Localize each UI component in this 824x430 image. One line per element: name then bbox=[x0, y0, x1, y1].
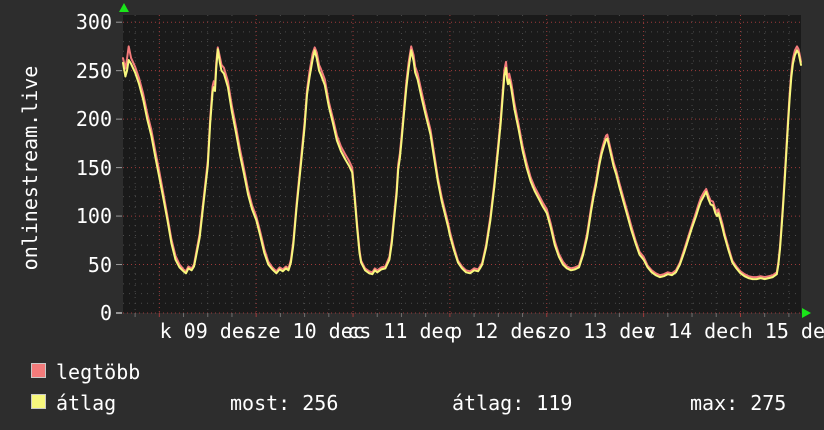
graph-window: onlinestream.live 300 250 200 150 100 50 0 k 0… bbox=[0, 0, 824, 430]
y-tick-label: 100 bbox=[75, 204, 112, 229]
x-tick-label: h 15 dec bbox=[740, 319, 824, 343]
stat-atlag: átlag: 119 bbox=[452, 391, 573, 415]
x-tick-label: k 09 dec bbox=[159, 319, 256, 343]
x-tick-label: v 14 dec bbox=[643, 319, 741, 343]
plot-svg bbox=[116, 15, 802, 317]
y-tick-label: 250 bbox=[75, 58, 112, 83]
x-tick-label: cs 11 dec bbox=[347, 319, 456, 343]
y-tick-label: 300 bbox=[75, 10, 112, 35]
stat-most: most: 256 bbox=[230, 391, 339, 415]
legend-swatch-legtobb bbox=[31, 363, 46, 378]
legend-label-atlag: átlag bbox=[56, 391, 117, 415]
x-tick-label: p 12 dec bbox=[450, 319, 547, 343]
stat-max: max: 275 bbox=[690, 391, 787, 415]
legend-swatch-atlag bbox=[31, 394, 46, 409]
y-axis-title: onlinestream.live bbox=[18, 65, 42, 271]
green-up-arrow bbox=[119, 3, 129, 12]
y-tick-label: 0 bbox=[99, 301, 112, 325]
green-right-arrow bbox=[802, 308, 811, 318]
legend-label-legtobb: legtöbb bbox=[56, 360, 141, 384]
y-tick-label: 50 bbox=[87, 252, 112, 277]
y-tick-label: 200 bbox=[75, 107, 112, 132]
y-tick-label: 150 bbox=[75, 155, 112, 180]
x-tick-label: szo 13 dec bbox=[534, 319, 656, 343]
